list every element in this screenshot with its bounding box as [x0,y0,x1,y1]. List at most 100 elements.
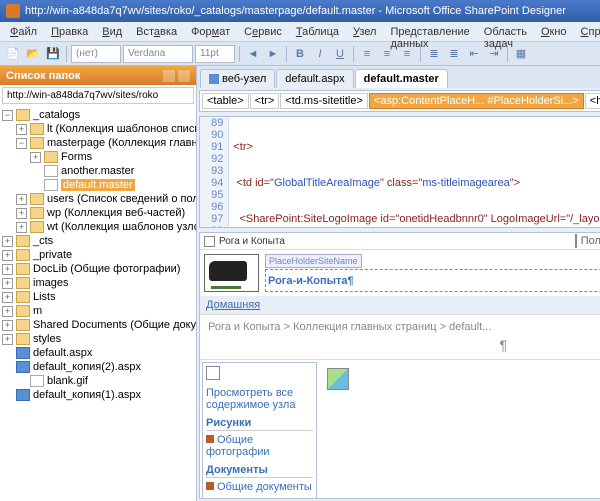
expand-icon[interactable]: + [2,236,13,247]
view-all-link[interactable]: Просмотреть все содержимое узла [206,387,313,411]
crumb-h1[interactable]: <h1.ms-sitetitle> [585,93,600,109]
placeholder-label[interactable]: PlaceHolderSiteName [265,254,362,268]
pics-item[interactable]: Общие фотографии [206,434,313,458]
tree-another[interactable]: another.master [61,165,134,177]
expand-icon[interactable]: + [16,124,27,135]
align-left-icon[interactable]: ≡ [358,45,376,63]
pin-icon[interactable] [163,70,175,82]
tree-masterpage[interactable]: masterpage (Коллекция главных страниц) [47,137,196,149]
menu-format[interactable]: Формат [185,24,236,39]
expand-icon[interactable]: + [2,306,13,317]
list-icon[interactable]: ≣ [425,45,443,63]
tree-forms[interactable]: Forms [61,151,92,163]
home-link[interactable]: Домашняя [206,299,260,311]
menu-file[interactable]: ФФайлайл [4,24,43,39]
bullet-icon [206,482,214,490]
style-select[interactable]: (нет) [71,45,121,63]
next-icon[interactable]: ► [264,45,282,63]
numlist-icon[interactable]: ≣ [445,45,463,63]
align-center-icon[interactable]: ≡ [378,45,396,63]
indent-icon[interactable]: ⇥ [485,45,503,63]
outdent-icon[interactable]: ⇤ [465,45,483,63]
crumb-tr[interactable]: <tr> [250,93,280,109]
crumb-table[interactable]: <table> [202,93,249,109]
tree-private[interactable]: _private [33,249,72,261]
expand-icon[interactable]: + [2,334,13,345]
new-icon[interactable]: 📄 [4,45,22,63]
tree-cts[interactable]: _cts [33,235,53,247]
tree-copy1[interactable]: default_копия(1).aspx [33,389,141,401]
align-right-icon[interactable]: ≡ [398,45,416,63]
menu-insert[interactable]: Вставка [130,24,183,39]
tree-default-master[interactable]: default.master [61,179,135,191]
tree-images[interactable]: images [33,277,68,289]
expand-icon[interactable]: + [2,278,13,289]
menu-view[interactable]: Вид [96,24,128,39]
tab-aspx[interactable]: default.aspx [276,69,353,88]
expand-icon[interactable]: + [2,292,13,303]
menubar: ФФайлайл Правка Вид Вставка Формат Серви… [0,22,600,42]
collapse-icon[interactable]: − [16,138,27,149]
tree-catalogs[interactable]: _catalogs [33,109,80,121]
code-editor[interactable]: 8990919293949596979899100 <tr> <td id="G… [199,116,600,228]
menu-node[interactable]: Узел [347,24,382,39]
checkbox-icon[interactable] [575,234,577,248]
italic-icon[interactable]: I [311,45,329,63]
tree-m[interactable]: m [33,305,42,317]
menu-window[interactable]: Окно [535,24,573,39]
top-nav: Домашняя [200,296,600,314]
prev-icon[interactable]: ◄ [244,45,262,63]
tree-defaultaspx[interactable]: default.aspx [33,347,92,359]
tree-wt[interactable]: wt (Коллекция шаблонов узлов) [47,221,196,233]
expand-icon[interactable]: + [2,320,13,331]
font-select[interactable]: Verdana [123,45,193,63]
tab-master[interactable]: default.master [355,69,448,88]
tab-web[interactable]: веб-узел [200,69,275,88]
tree-users[interactable]: users (Список сведений о пользователях) [47,193,196,205]
docs-item[interactable]: Общие документы [206,481,313,493]
content-zone[interactable] [319,360,600,499]
expand-icon[interactable]: + [30,152,41,163]
size-select[interactable]: 11pt [195,45,235,63]
close-icon[interactable] [178,70,190,82]
underline-icon[interactable]: U [331,45,349,63]
tree-copy2[interactable]: default_копия(2).aspx [33,361,141,373]
content-area: веб-узел default.aspx default.master <ta… [197,66,600,501]
design-view[interactable]: Рога и Копыта Пользователь: WIN-A848DA7Q… [199,232,600,499]
code-lines[interactable]: <tr> <td id="GlobalTitleAreaImage" class… [229,117,600,227]
bold-icon[interactable]: B [291,45,309,63]
tree-lt[interactable]: lt (Коллекция шаблонов списков) [47,123,196,135]
menu-tools[interactable]: Сервис [238,24,288,39]
menu-taskpane[interactable]: Область задач [478,24,533,39]
crumb-placeholder[interactable]: <asp:ContentPlaceH... #PlaceHolderSi...> [369,93,584,109]
folder-icon [16,333,30,345]
tree-doclib[interactable]: DocLib (Общие фотографии) [33,263,180,275]
expand-icon[interactable]: + [2,264,13,275]
border-icon[interactable]: ▦ [512,45,530,63]
crumb-td[interactable]: <td.ms-sitetitle> [280,93,368,109]
expand-icon[interactable]: + [16,194,27,205]
tree-blank[interactable]: blank.gif [47,375,88,387]
menu-dataview[interactable]: Представление данных [384,24,475,39]
menu-help[interactable]: Справка [575,24,600,39]
site-title[interactable]: Рога-и-Копыта¶↖ [265,269,600,292]
checkbox-icon[interactable] [204,236,215,247]
expand-icon[interactable]: + [16,208,27,219]
tree-shared[interactable]: Shared Documents (Общие документы) [33,319,196,331]
recycle-icon[interactable] [206,366,220,380]
expand-icon[interactable]: + [2,250,13,261]
open-icon[interactable]: 📂 [24,45,42,63]
docs-header: Документы [206,464,313,478]
tree-wp[interactable]: wp (Коллекция веб-частей) [47,207,185,219]
address-bar[interactable]: http://win-a848da7q7wv/sites/roko [2,87,194,104]
folder-tree: − _catalogs + lt (Коллекция шаблонов списк… [0,106,196,501]
menu-edit[interactable]: Правка [45,24,94,39]
collapse-icon[interactable]: − [2,110,13,121]
folder-icon [30,207,44,219]
save-icon[interactable]: 💾 [44,45,62,63]
tree-lists[interactable]: Lists [33,291,56,303]
tree-styles[interactable]: styles [33,333,61,345]
expand-icon[interactable]: + [16,222,27,233]
folder-icon [16,319,30,331]
menu-table[interactable]: Таблица [290,24,345,39]
